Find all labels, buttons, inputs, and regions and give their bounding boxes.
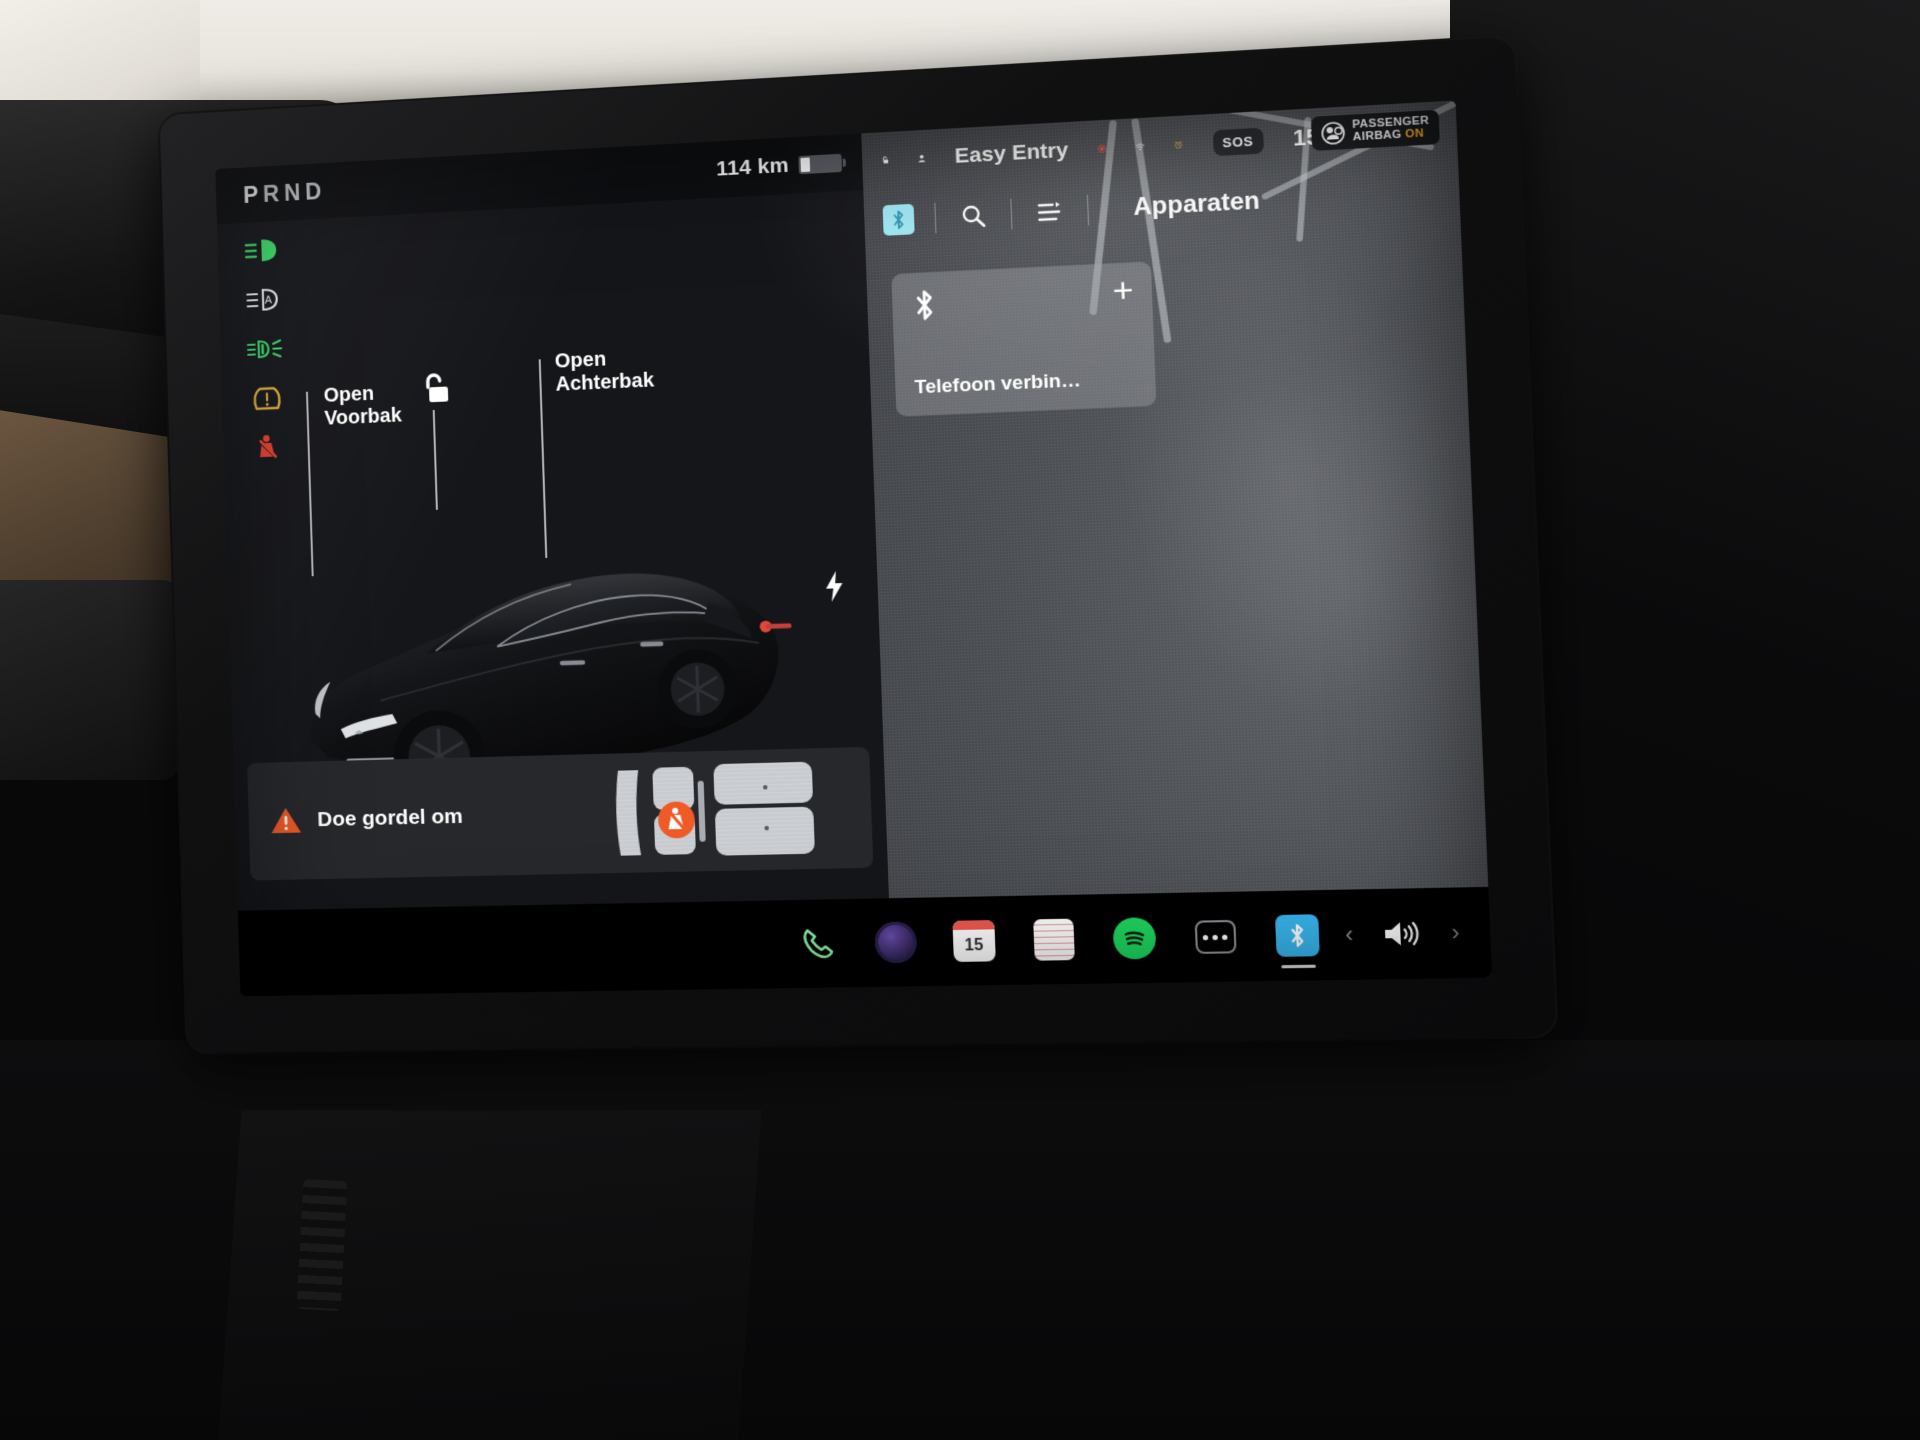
low-beam-headlight-icon	[243, 238, 277, 267]
map-panel[interactable]: Easy Entry SOS PASSENGER AIRBAG ON Appar…	[861, 100, 1493, 987]
svg-text:A: A	[265, 295, 273, 307]
pedal	[296, 1178, 348, 1312]
bluetooth-icon	[889, 209, 908, 230]
range-readout: 114 km	[715, 153, 790, 181]
callout-front-trunk-line2: Voorbak	[324, 404, 403, 430]
airbag-state: ON	[1405, 126, 1425, 141]
airbag-line2-group: AIRBAG ON	[1352, 126, 1430, 144]
seatbelt-alert-bar[interactable]: Doe gordel om	[247, 746, 874, 881]
seat-occupancy-diagram	[615, 761, 816, 856]
gear-indicator: PRND	[243, 177, 327, 208]
record-dot-icon[interactable]	[1097, 137, 1106, 160]
airbag-label-group: PASSENGER AIRBAG ON	[1352, 114, 1430, 144]
charge-bolt-icon[interactable]	[822, 570, 846, 602]
bluetooth-tab-button[interactable]	[883, 203, 916, 236]
auto-high-beam-icon: A	[244, 284, 284, 315]
airbag-line2: AIRBAG	[1352, 128, 1402, 144]
panel-title: Apparaten	[1132, 186, 1261, 222]
callout-rear-trunk[interactable]: Open Achterbak	[554, 346, 654, 397]
seatbelt-alert-text: Doe gordel om	[316, 804, 464, 832]
calendar-app-icon[interactable]: 15	[951, 919, 997, 963]
tire-pressure-warning-icon	[247, 383, 287, 414]
toolbar-divider-3	[1087, 194, 1090, 226]
person-icon[interactable]	[918, 147, 926, 170]
chevron-right-icon[interactable]: ›	[1451, 919, 1460, 947]
dashcam-app-icon[interactable]	[873, 921, 918, 964]
connect-phone-label: Telefoon verbin…	[914, 369, 1082, 399]
chevron-left-icon[interactable]: ‹	[1345, 921, 1354, 948]
sort-list-icon[interactable]	[1033, 200, 1067, 224]
volume-control: ‹ ›	[1345, 917, 1460, 951]
alarm-clock-icon[interactable]	[1174, 132, 1184, 157]
warning-triangle-icon	[270, 807, 302, 834]
unlock-icon[interactable]	[881, 147, 890, 174]
calendar-day: 15	[964, 936, 984, 955]
callout-front-trunk[interactable]: Open Voorbak	[323, 382, 402, 431]
gear-active: P	[242, 180, 264, 208]
passenger-airbag-indicator: PASSENGER AIRBAG ON	[1310, 109, 1440, 152]
battery-icon	[798, 153, 843, 175]
unlock-icon[interactable]	[416, 369, 451, 408]
notes-app-icon[interactable]	[1031, 918, 1077, 962]
toolbar-divider-1	[934, 202, 937, 234]
bluetooth-icon	[911, 288, 939, 322]
photo-background: PRND 114 km A Open Voorbak Open Achterba…	[0, 0, 1920, 1440]
driver-panel: PRND 114 km A Open Voorbak Open Achterba…	[215, 133, 893, 997]
dock-apps: 15	[795, 913, 1320, 965]
more-apps-icon[interactable]	[1192, 915, 1239, 960]
sos-button[interactable]: SOS	[1212, 127, 1264, 156]
plus-icon[interactable]: +	[1112, 271, 1135, 311]
passenger-airbag-icon	[1321, 121, 1346, 145]
connect-phone-card[interactable]: + Telefoon verbin…	[891, 261, 1157, 417]
infotainment-screen: PRND 114 km A Open Voorbak Open Achterba…	[159, 36, 1557, 1053]
profile-name[interactable]: Easy Entry	[954, 138, 1068, 169]
gear-rest: RND	[262, 177, 327, 207]
spotify-app-icon[interactable]	[1111, 916, 1157, 960]
phone-app-icon[interactable]	[795, 922, 840, 966]
range-group: 114 km	[716, 151, 843, 182]
screen-glass: PRND 114 km A Open Voorbak Open Achterba…	[215, 100, 1493, 997]
callout-front-trunk-line1: Open	[323, 382, 375, 407]
indicator-lamps: A	[243, 235, 289, 464]
wifi-icon[interactable]	[1135, 136, 1145, 157]
volume-speaker-icon[interactable]	[1381, 918, 1424, 950]
driver-body: A Open Voorbak Open Achterbak Doe gordel…	[217, 190, 891, 938]
bluetooth-app-icon[interactable]	[1273, 913, 1320, 958]
toolbar-divider-2	[1010, 198, 1014, 230]
door-panel	[0, 580, 180, 780]
card-top-row: +	[911, 271, 1135, 322]
tesla-ui-root: PRND 114 km A Open Voorbak Open Achterba…	[215, 100, 1493, 997]
callout-rear-trunk-line2: Achterbak	[555, 369, 655, 396]
fog-light-icon	[246, 333, 286, 364]
search-icon[interactable]	[957, 203, 991, 229]
